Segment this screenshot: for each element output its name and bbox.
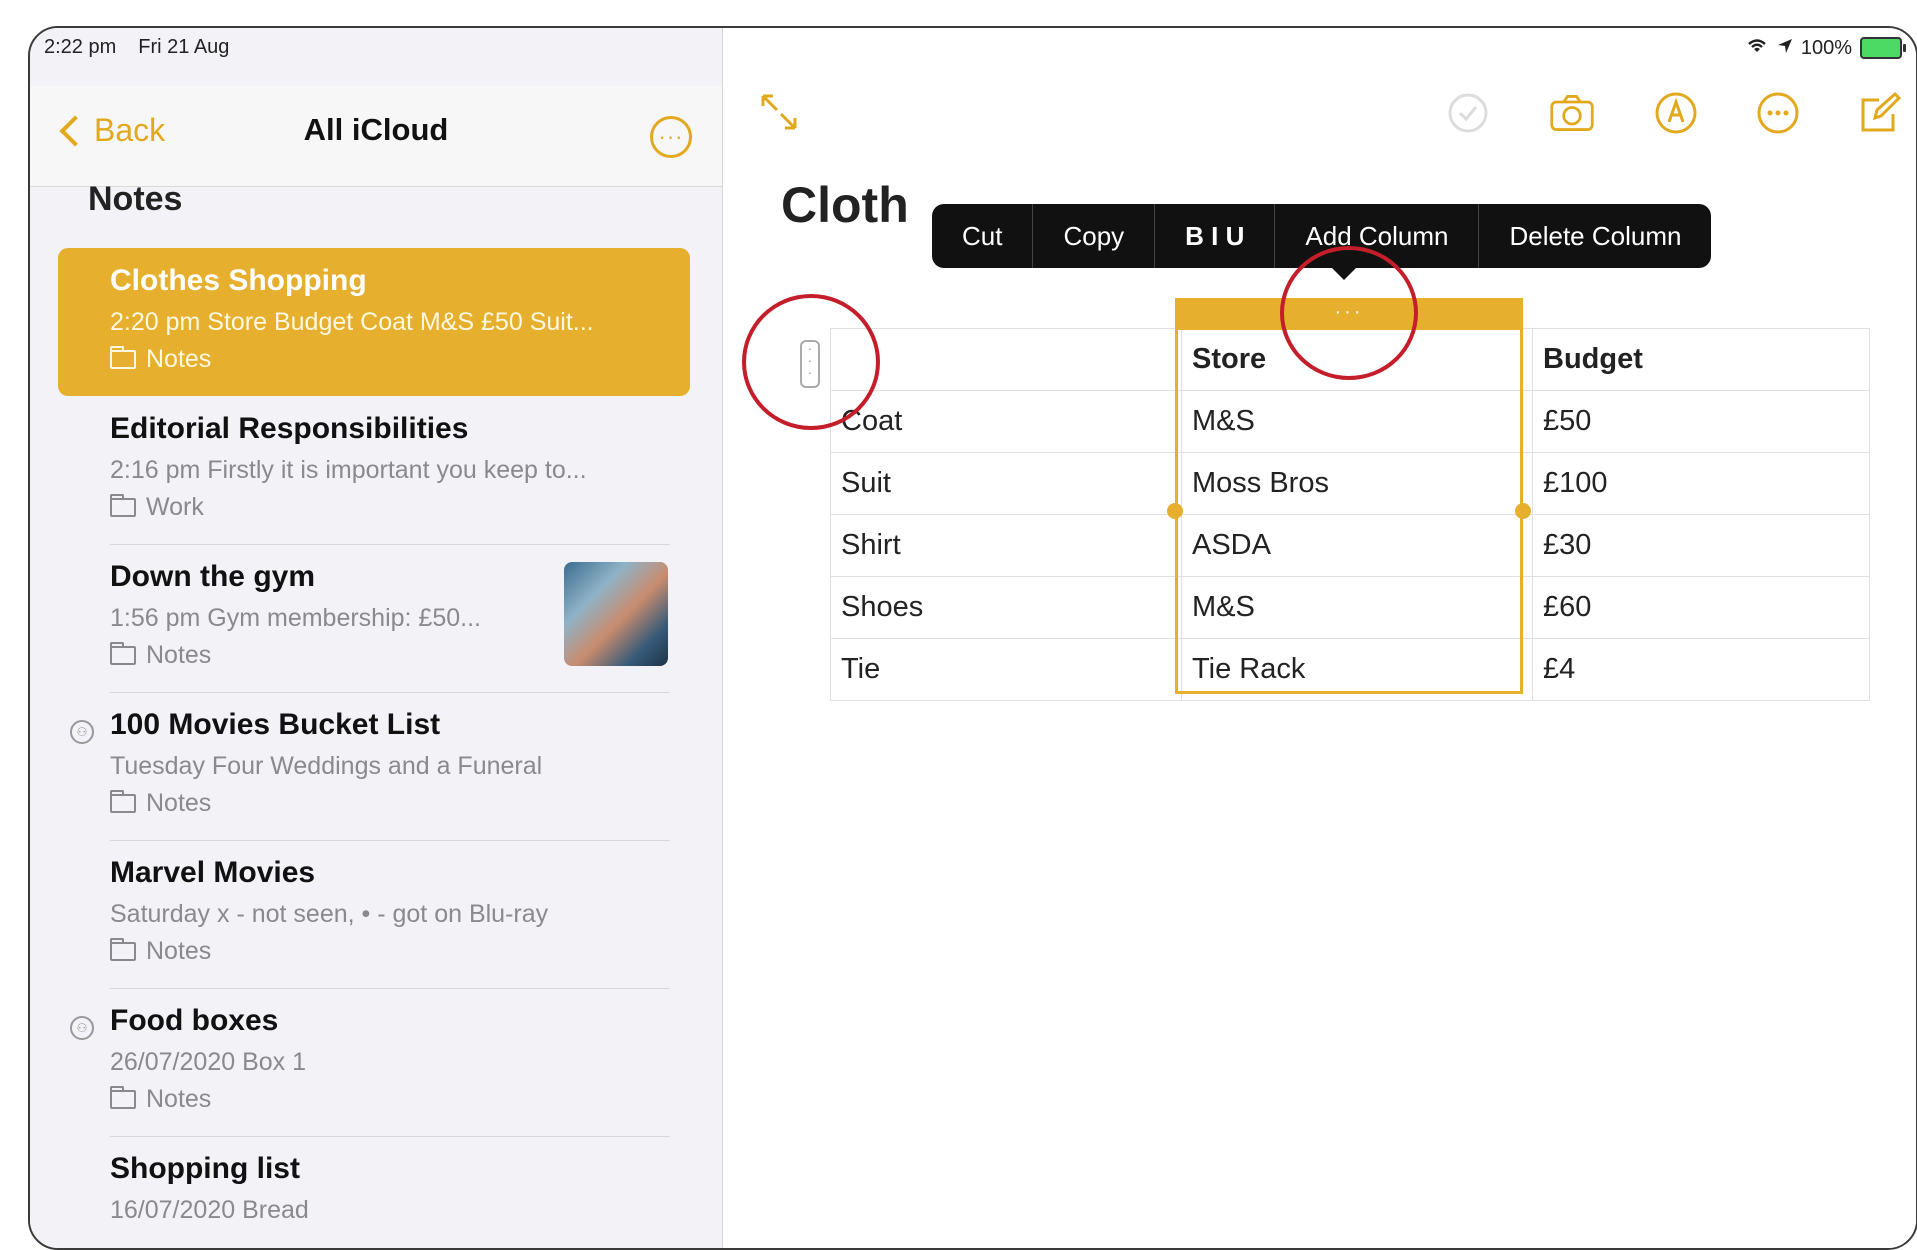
note-item-food-boxes[interactable]: ⚇ Food boxes 26/07/2020 Box 1 Notes [58,988,690,1137]
table-cell[interactable] [830,328,1182,391]
note-subtitle: 16/07/2020 Bread [110,1196,309,1224]
table-cell[interactable]: ASDA [1181,514,1533,577]
table-cell[interactable]: £50 [1532,390,1870,453]
note-folder: Notes [110,789,670,818]
selection-handle-right[interactable] [1515,503,1531,519]
checklist-icon[interactable] [1445,90,1491,136]
markup-pen-icon[interactable] [1653,90,1699,136]
menu-item-delete-column[interactable]: Delete Column [1479,204,1711,268]
note-subtitle: 2:16 pm Firstly it is important you keep… [110,456,587,484]
expand-icon[interactable] [757,90,797,130]
table-row: Shoes M&S £60 [830,576,1870,639]
note-folder: Notes [110,1085,670,1114]
menu-item-add-column[interactable]: Add Column [1275,204,1480,268]
note-folder-label: Notes [146,937,212,965]
shared-note-icon: ⚇ [70,1016,94,1040]
note-title: Clothes Shopping [110,264,367,297]
folder-icon [110,494,136,517]
table-cell[interactable]: M&S [1181,390,1533,453]
note-title: Shopping list [110,1152,300,1185]
table-row: Coat M&S £50 [830,390,1870,453]
note-subtitle: 1:56 pm Gym membership: £50... [110,604,481,632]
table-row: Tie Tie Rack £4 [830,638,1870,701]
note-folder: Notes [110,345,670,374]
note-folder-label: Notes [146,789,212,817]
note-item-editorial[interactable]: Editorial Responsibilities 2:16 pm First… [58,396,690,545]
note-subtitle: 26/07/2020 Box 1 [110,1048,306,1076]
table-row: Suit Moss Bros £100 [830,452,1870,515]
battery-percent: 100% [1800,36,1852,59]
note-title: Cloth [781,177,909,233]
note-list: Clothes Shopping 2:20 pm Store Budget Co… [58,248,690,1248]
folder-icon [110,1086,136,1109]
sidebar-title: All iCloud [303,112,449,147]
note-title: 100 Movies Bucket List [110,708,441,741]
table-row: Shirt ASDA £30 [830,514,1870,577]
table-cell[interactable]: Shoes [830,576,1182,639]
table-header-row: Store Budget [830,328,1870,391]
table-cell[interactable]: Moss Bros [1181,452,1533,515]
status-date: Fri 21 Aug [138,36,230,58]
table-cell[interactable]: £100 [1532,452,1870,515]
menu-item-format[interactable]: B I U [1155,204,1276,268]
table-cell[interactable]: £60 [1532,576,1870,639]
note-folder-label: Work [146,493,204,521]
table-cell[interactable]: £4 [1532,638,1870,701]
notes-table: Store Budget Coat M&S £50 Suit Moss Bros… [830,328,1870,701]
notes-section-heading: Notes [88,180,183,218]
selection-handle-left[interactable] [1167,503,1183,519]
note-item-movies-bucket[interactable]: ⚇ 100 Movies Bucket List Tuesday Four We… [58,692,690,841]
note-folder: Work [110,493,670,522]
location-arrow-icon [1777,37,1793,60]
note-item-clothes-shopping[interactable]: Clothes Shopping 2:20 pm Store Budget Co… [58,248,690,396]
camera-icon[interactable] [1549,90,1595,136]
folder-icon [110,346,136,369]
table-cell[interactable]: Tie Rack [1181,638,1533,701]
table-cell[interactable]: Tie [830,638,1182,701]
note-subtitle: 2:20 pm Store Budget Coat M&S £50 Suit..… [110,308,594,336]
note-folder-label: Notes [146,345,212,373]
note-thumbnail-image [564,562,668,666]
context-menu-pointer [1330,266,1358,280]
menu-item-cut[interactable]: Cut [932,204,1034,268]
row-handle[interactable]: · · · [800,340,820,388]
battery-icon [1860,37,1906,59]
compose-icon[interactable] [1857,90,1903,136]
note-subtitle: Tuesday Four Weddings and a Funeral [110,752,543,780]
folder-icon [110,642,136,665]
folder-icon [110,790,136,813]
context-menu: Cut Copy B I U Add Column Delete Column [932,204,1712,268]
column-handle[interactable]: ··· [1175,298,1523,330]
status-time-date: 2:22 pm Fri 21 Aug [44,36,229,59]
table-cell[interactable]: Suit [830,452,1182,515]
note-item-shopping-list[interactable]: Shopping list 16/07/2020 Bread [58,1136,690,1248]
table-cell[interactable]: M&S [1181,576,1533,639]
notes-sidebar: 2:22 pm Fri 21 Aug Back All iCloud ··· No… [30,28,723,1248]
menu-item-copy[interactable]: Copy [1033,204,1156,268]
note-folder-label: Notes [146,641,212,669]
table-cell[interactable]: Coat [830,390,1182,453]
status-right: 100% [1745,36,1906,60]
status-time: 2:22 pm [44,36,117,58]
table-cell[interactable]: £30 [1532,514,1870,577]
ipad-frame: 2:22 pm Fri 21 Aug Back All iCloud ··· No… [28,26,1917,1250]
wifi-icon [1745,36,1769,60]
table-header-budget[interactable]: Budget [1532,328,1870,391]
note-folder: Notes [110,937,670,966]
more-options-icon[interactable]: ··· [650,116,692,158]
more-options-icon[interactable] [1755,90,1801,136]
shared-note-icon: ⚇ [70,720,94,744]
note-item-marvel[interactable]: Marvel Movies Saturday x - not seen, • -… [58,840,690,989]
note-title: Editorial Responsibilities [110,412,469,445]
note-title: Marvel Movies [110,856,316,889]
note-subtitle: Saturday x - not seen, • - got on Blu-ra… [110,900,549,928]
table-cell[interactable]: Shirt [830,514,1182,577]
folder-icon [110,938,136,961]
sidebar-header: Back All iCloud ··· [30,86,722,187]
note-title: Food boxes [110,1004,279,1037]
note-folder-label: Notes [146,1085,212,1113]
table-header-store[interactable]: Store [1181,328,1533,391]
note-item-gym[interactable]: Down the gym 1:56 pm Gym membership: £50… [58,544,690,693]
